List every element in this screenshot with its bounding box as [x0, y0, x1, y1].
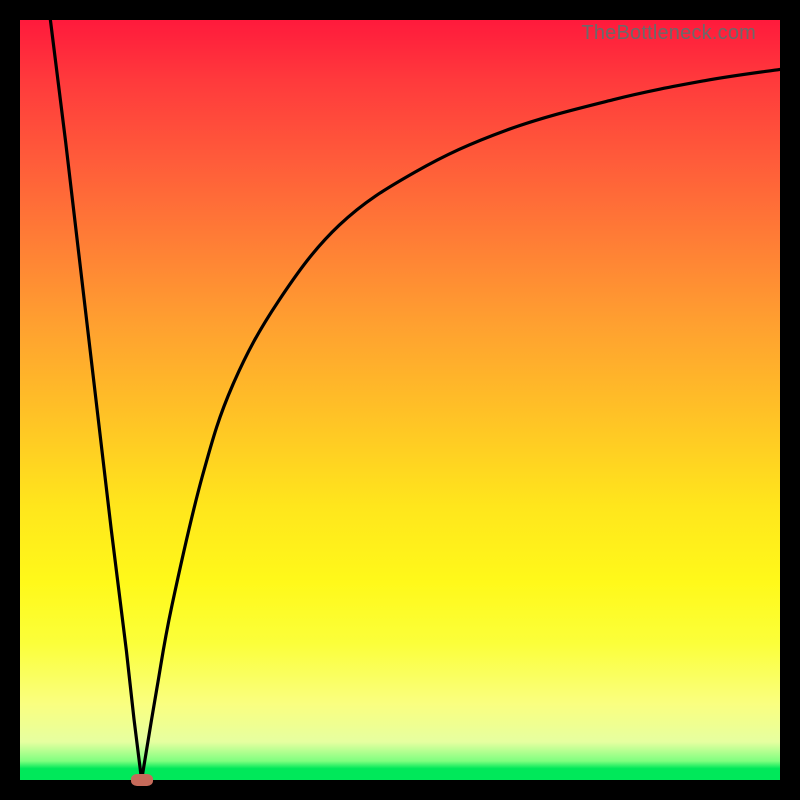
curve-path	[50, 20, 780, 780]
plot-area: TheBottleneck.com	[20, 20, 780, 780]
bottleneck-curve	[20, 20, 780, 780]
chart-frame: TheBottleneck.com	[0, 0, 800, 800]
min-marker	[131, 774, 153, 786]
